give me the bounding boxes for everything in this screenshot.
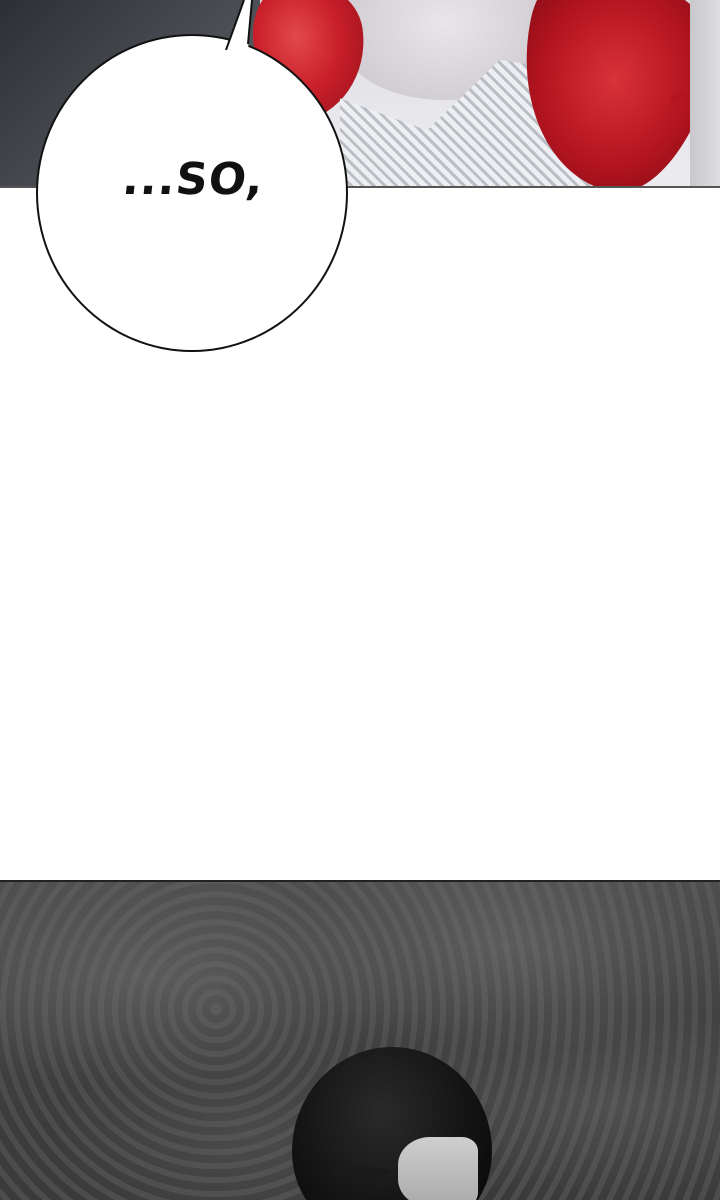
bottom-illustration-panel	[0, 880, 720, 1200]
background-right-edge	[690, 0, 720, 188]
character-eye	[330, 1167, 390, 1177]
character-face	[398, 1137, 478, 1200]
speech-bubble-text: ...SO,	[120, 153, 267, 205]
